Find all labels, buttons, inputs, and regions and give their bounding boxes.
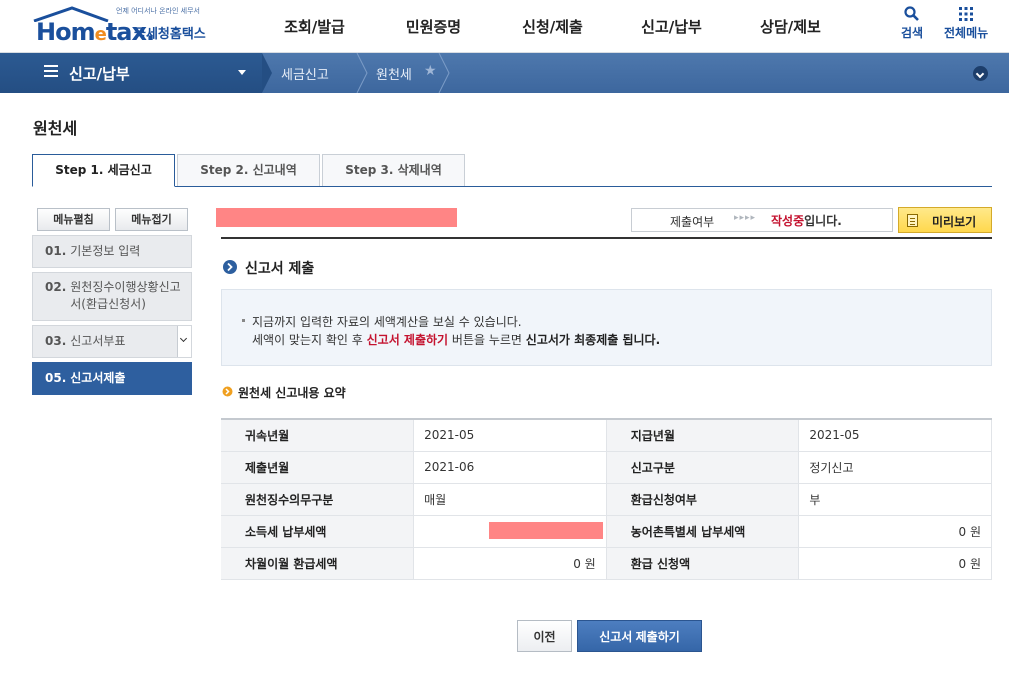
status-value: 작성중입니다.: [771, 214, 842, 228]
all-menu-label: 전체메뉴: [944, 26, 989, 40]
hamburger-icon: [44, 65, 58, 79]
breadcrumb-chevron-icon: [356, 53, 368, 93]
summary-value: 0 원: [413, 547, 607, 580]
summary-value: 정기신고: [798, 451, 992, 484]
notice-box: 지금까지 입력한 자료의 세액계산을 보실 수 있습니다. 세액이 맞는지 확인…: [221, 289, 992, 366]
summary-label: 제출년월: [221, 451, 414, 484]
top-header: 언제 어디서나 온라인 세무서 Hometax. 국세청홈택스 조회/발급 민원…: [0, 0, 1009, 53]
favorite-star-icon[interactable]: ★: [424, 63, 437, 79]
status-label: 제출여부: [670, 215, 715, 229]
submit-return-button[interactable]: 신고서 제출하기: [577, 620, 702, 652]
tab-step3[interactable]: Step 3. 삭제내역: [322, 154, 465, 186]
page-title: 원천세: [33, 119, 78, 138]
submission-status: 제출여부 ▸▸▸▸ 작성중입니다.: [631, 208, 893, 232]
location-main-menu[interactable]: 신고/납부: [0, 53, 262, 93]
side-item-submit[interactable]: 05. 신고서제출: [32, 362, 192, 395]
notice-line-1: 지금까지 입력한 자료의 세액계산을 보실 수 있습니다.: [252, 315, 522, 329]
summary-value: 부: [798, 483, 992, 516]
summary-label: 농어촌특별세 납부세액: [606, 515, 799, 548]
summary-label: 지급년월: [606, 419, 799, 452]
caret-down-icon: [238, 70, 246, 75]
summary-value: 0 원: [798, 515, 992, 548]
redacted-title: [216, 208, 457, 227]
nav-certificate[interactable]: 민원증명: [374, 0, 493, 53]
side-item-attachment-select[interactable]: 03. 신고서부표: [32, 325, 192, 358]
table-row: 제출년월 2021-06 신고구분 정기신고: [221, 451, 992, 484]
nav-consult[interactable]: 상담/제보: [731, 0, 850, 53]
breadcrumb-chevron-icon: [438, 53, 450, 93]
logo-korean: 국세청홈택스: [134, 27, 206, 42]
search-label: 검색: [901, 26, 924, 40]
orange-arrow-icon: [222, 386, 233, 397]
submit-section-title: 신고서 제출: [245, 261, 315, 277]
previous-button[interactable]: 이전: [517, 620, 572, 652]
menu-collapse-button[interactable]: 메뉴접기: [115, 208, 188, 231]
redacted-value: [489, 521, 604, 539]
summary-value-redacted: [413, 515, 607, 548]
breadcrumb-tax-filing[interactable]: 세금신고: [281, 64, 329, 83]
content-divider: [221, 237, 992, 239]
grid-icon: [959, 7, 974, 21]
nav-filing-payment[interactable]: 신고/납부: [612, 0, 731, 53]
summary-value: 2021-05: [413, 419, 607, 452]
location-main-label: 신고/납부: [69, 65, 130, 83]
bullet-icon: [242, 319, 245, 322]
nav-application[interactable]: 신청/제출: [493, 0, 612, 53]
arrow-circle-icon: [223, 260, 237, 274]
tab-step1[interactable]: Step 1. 세금신고: [32, 154, 175, 187]
summary-label: 귀속년월: [221, 419, 414, 452]
side-item-basic-info[interactable]: 01. 기본정보 입력: [32, 235, 192, 268]
side-item-withholding-report[interactable]: 02. 원천징수이행상황신고서(환급신청서): [32, 272, 192, 321]
summary-value: 0 원: [798, 547, 992, 580]
summary-table: 귀속년월 2021-05 지급년월 2021-05 제출년월 2021-06 신…: [221, 418, 992, 580]
notice-line-2: 세액이 맞는지 확인 후 신고서 제출하기 버튼을 누르면 신고서가 최종제출 …: [252, 333, 661, 347]
global-nav: 조회/발급 민원증명 신청/제출 신고/납부 상담/제보: [255, 0, 850, 53]
all-menu-button[interactable]: 전체메뉴: [944, 6, 988, 41]
document-icon: [907, 214, 918, 227]
table-row: 소득세 납부세액 농어촌특별세 납부세액 0 원: [221, 515, 992, 548]
hometax-logo[interactable]: 언제 어디서나 온라인 세무서 Hometax. 국세청홈택스: [32, 6, 217, 48]
table-row: 원천징수의무구분 매월 환급신청여부 부: [221, 483, 992, 516]
nav-inquiry[interactable]: 조회/발급: [255, 0, 374, 53]
preview-button[interactable]: 미리보기: [898, 207, 992, 233]
summary-label: 원천징수의무구분: [221, 483, 414, 516]
chevron-down-icon: [177, 326, 191, 357]
summary-label: 환급신청여부: [606, 483, 799, 516]
summary-value: 2021-06: [413, 451, 607, 484]
breadcrumb-withholding[interactable]: 원천세: [376, 64, 412, 83]
search-icon: [904, 6, 919, 21]
tab-step2[interactable]: Step 2. 신고내역: [177, 154, 320, 186]
summary-value: 2021-05: [798, 419, 992, 452]
summary-label: 환급 신청액: [606, 547, 799, 580]
summary-section-title: 원천세 신고내용 요약: [238, 386, 346, 400]
expand-circle-icon[interactable]: [973, 66, 988, 81]
logo-tagline: 언제 어디서나 온라인 세무서: [116, 7, 200, 15]
menu-expand-button[interactable]: 메뉴펼침: [37, 208, 110, 231]
table-row: 귀속년월 2021-05 지급년월 2021-05: [221, 419, 992, 452]
summary-label: 소득세 납부세액: [221, 515, 414, 548]
status-arrows-icon: ▸▸▸▸: [734, 213, 757, 223]
table-row: 차월이월 환급세액 0 원 환급 신청액 0 원: [221, 547, 992, 580]
breadcrumb-separator: [262, 53, 272, 93]
summary-label: 차월이월 환급세액: [221, 547, 414, 580]
summary-label: 신고구분: [606, 451, 799, 484]
step-tabs: Step 1. 세금신고 Step 2. 신고내역 Step 3. 삭제내역: [32, 154, 992, 187]
summary-value: 매월: [413, 483, 607, 516]
location-bar: 신고/납부 세금신고 원천세 ★: [0, 53, 1009, 93]
search-button[interactable]: 검색: [901, 6, 923, 41]
